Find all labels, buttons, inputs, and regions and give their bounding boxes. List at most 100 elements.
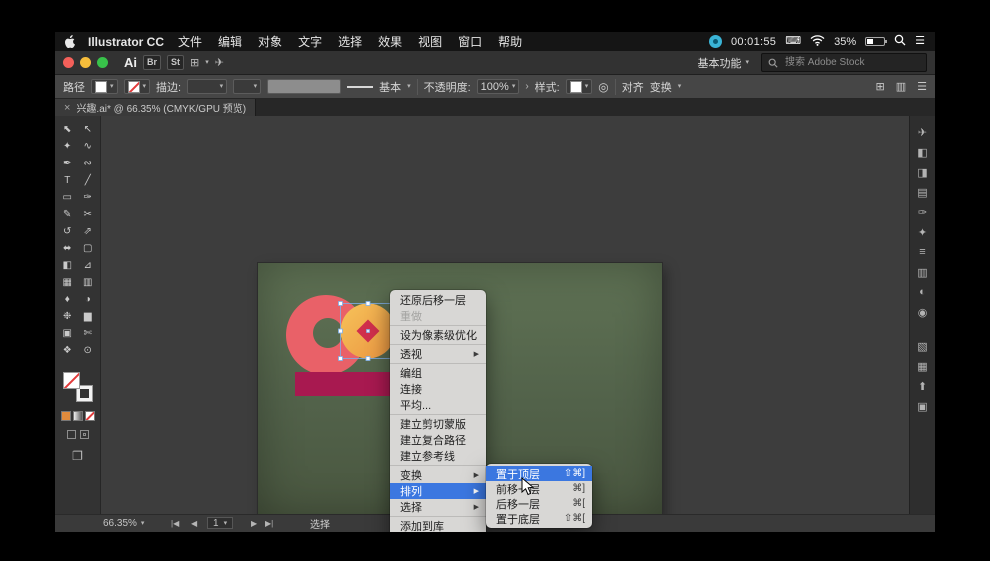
canvas[interactable] <box>101 116 909 515</box>
fill-color-control[interactable]: ▾ <box>91 79 118 94</box>
menu-item-arrange[interactable]: 排列 ▶ <box>390 483 486 499</box>
opacity-dropdown[interactable]: 100% ▾ <box>476 79 520 94</box>
workspace-switcher[interactable]: 基本功能 ▾ <box>697 55 749 71</box>
appearance-panel-icon[interactable]: ◉ <box>910 302 935 322</box>
gradient-panel-icon[interactable]: ▥ <box>910 262 935 282</box>
artboards-panel-icon[interactable]: ▦ <box>910 356 935 376</box>
menubar-item-file[interactable]: 文件 <box>170 33 210 50</box>
magic-wand-tool[interactable]: ✦ <box>57 138 78 155</box>
mesh-tool[interactable]: ▦ <box>57 274 78 291</box>
stock-search[interactable] <box>761 53 927 72</box>
graphic-styles-panel-icon[interactable]: ▣ <box>910 396 935 416</box>
menubar-app-name[interactable]: Illustrator CC <box>88 35 164 49</box>
align-button[interactable]: 对齐 <box>622 79 644 95</box>
curvature-tool[interactable]: ∾ <box>78 155 99 172</box>
asset-export-panel-icon[interactable]: ⬆ <box>910 376 935 396</box>
menu-item-send-backward[interactable]: 后移一层 ⌘[ <box>486 496 592 511</box>
shape-builder-tool[interactable]: ◧ <box>57 257 78 274</box>
menubar-item-effect[interactable]: 效果 <box>370 33 410 50</box>
close-window-button[interactable] <box>63 57 74 68</box>
transparency-panel-icon[interactable]: ◐ <box>910 282 935 302</box>
none-button[interactable] <box>84 411 95 421</box>
last-artboard-button[interactable]: ▶| <box>265 515 273 532</box>
menubar-item-view[interactable]: 视图 <box>410 33 450 50</box>
stroke-weight-dropdown[interactable]: ▾ <box>187 79 228 94</box>
menubar-item-edit[interactable]: 编辑 <box>210 33 250 50</box>
recolor-artwork-icon[interactable]: ◎ <box>598 80 608 94</box>
brush-size-dropdown[interactable]: ▾ <box>233 79 262 94</box>
panel-columns-icon[interactable]: ▥ <box>896 80 906 93</box>
scissors-tool[interactable]: ✂ <box>78 206 99 223</box>
zoom-tool[interactable]: ⊙ <box>78 342 99 359</box>
color-guide-panel-icon[interactable]: ◨ <box>910 162 935 182</box>
menubar-item-select[interactable]: 选择 <box>330 33 370 50</box>
arrange-documents-icon[interactable]: ⊞ <box>190 56 199 69</box>
document-tab[interactable]: × 兴趣.ai* @ 66.35% (CMYK/GPU 预览) <box>55 99 257 116</box>
brush-definition-dropdown[interactable] <box>267 79 342 94</box>
menu-item-transform[interactable]: 变换 ▶ <box>390 467 486 483</box>
brushes-panel-icon[interactable]: ✑ <box>910 202 935 222</box>
width-tool[interactable]: ⬌ <box>57 240 78 257</box>
line-segment-tool[interactable]: ╱ <box>78 172 99 189</box>
menu-item-perspective[interactable]: 透视 ▶ <box>390 346 486 362</box>
paintbrush-tool[interactable]: ✑ <box>78 189 99 206</box>
libraries-panel-icon[interactable]: ✈ <box>910 122 935 142</box>
menu-item-make-clipping-mask[interactable]: 建立剪切蒙版 <box>390 416 486 432</box>
blend-tool[interactable]: ◑ <box>78 291 99 308</box>
touch-workspace-icon[interactable]: ✈ <box>215 56 224 69</box>
menu-item-bring-to-front[interactable]: 置于顶层 ⇧⌘] <box>486 466 592 481</box>
free-transform-tool[interactable]: ▢ <box>78 240 99 257</box>
selection-tool[interactable]: ⬉ <box>57 121 78 138</box>
menubar-item-object[interactable]: 对象 <box>250 33 290 50</box>
gradient-button[interactable] <box>72 411 83 421</box>
zoom-window-button[interactable] <box>97 57 108 68</box>
menubar-item-window[interactable]: 窗口 <box>450 33 490 50</box>
menubar-item-help[interactable]: 帮助 <box>490 33 530 50</box>
minimize-window-button[interactable] <box>80 57 91 68</box>
menu-item-join[interactable]: 连接 <box>390 381 486 397</box>
layers-panel-icon[interactable]: ▧ <box>910 336 935 356</box>
apple-menu[interactable] <box>65 35 76 48</box>
stock-search-input[interactable] <box>783 56 909 69</box>
transform-button[interactable]: 变换 <box>650 79 672 95</box>
stock-button[interactable]: St <box>167 55 185 70</box>
color-panel-icon[interactable]: ◧ <box>910 142 935 162</box>
next-artboard-button[interactable]: ▶ <box>251 515 257 532</box>
type-tool[interactable]: T <box>57 172 78 189</box>
color-button[interactable] <box>60 411 71 421</box>
previous-artboard-button[interactable]: ◀ <box>191 515 197 532</box>
close-tab-icon[interactable]: × <box>64 102 70 114</box>
lasso-tool[interactable]: ∿ <box>78 138 99 155</box>
first-artboard-button[interactable]: |◀ <box>171 515 179 532</box>
slice-tool[interactable]: ✄ <box>78 325 99 342</box>
workspace-grid-icon[interactable]: ⊞ <box>876 80 885 93</box>
scale-tool[interactable]: ⇗ <box>78 223 99 240</box>
screen-recording-icon[interactable] <box>708 35 722 48</box>
fill-stroke-control[interactable] <box>62 372 93 402</box>
hand-tool[interactable]: ❖ <box>57 342 78 359</box>
zoom-level-dropdown[interactable]: 66.35% ▾ <box>103 515 144 532</box>
swatches-panel-icon[interactable]: ▤ <box>910 182 935 202</box>
menu-item-send-to-back[interactable]: 置于底层 ⇧⌘[ <box>486 511 592 526</box>
pen-tool[interactable]: ✒ <box>57 155 78 172</box>
menubar-list-icon[interactable]: ☰ <box>915 36 925 47</box>
stroke-panel-icon[interactable]: ≡ <box>910 242 935 262</box>
menu-item-bring-forward[interactable]: 前移一层 ⌘] <box>486 481 592 496</box>
fill-swatch[interactable] <box>62 372 80 389</box>
bridge-button[interactable]: Br <box>143 55 162 70</box>
menu-item-make-compound-path[interactable]: 建立复合路径 <box>390 432 486 448</box>
eyedropper-tool[interactable]: ♦ <box>57 291 78 308</box>
input-source-icon[interactable]: ⌨ <box>785 36 801 47</box>
spotlight-icon[interactable] <box>894 34 906 49</box>
menu-item-make-guides[interactable]: 建立参考线 <box>390 448 486 464</box>
gradient-tool[interactable]: ▥ <box>78 274 99 291</box>
draw-behind-mode[interactable] <box>79 430 89 439</box>
menu-item-average[interactable]: 平均... <box>390 397 486 413</box>
control-panel-menu-icon[interactable]: ☰ <box>917 80 927 93</box>
screen-mode-icon[interactable]: ❐ <box>55 449 100 463</box>
symbols-panel-icon[interactable]: ✦ <box>910 222 935 242</box>
menu-item-undo-send-backward[interactable]: 还原后移一层 <box>390 292 486 308</box>
column-graph-tool[interactable]: ▆ <box>78 308 99 325</box>
menu-item-add-to-library[interactable]: 添加到库 <box>390 518 486 532</box>
wifi-icon[interactable] <box>810 34 825 49</box>
